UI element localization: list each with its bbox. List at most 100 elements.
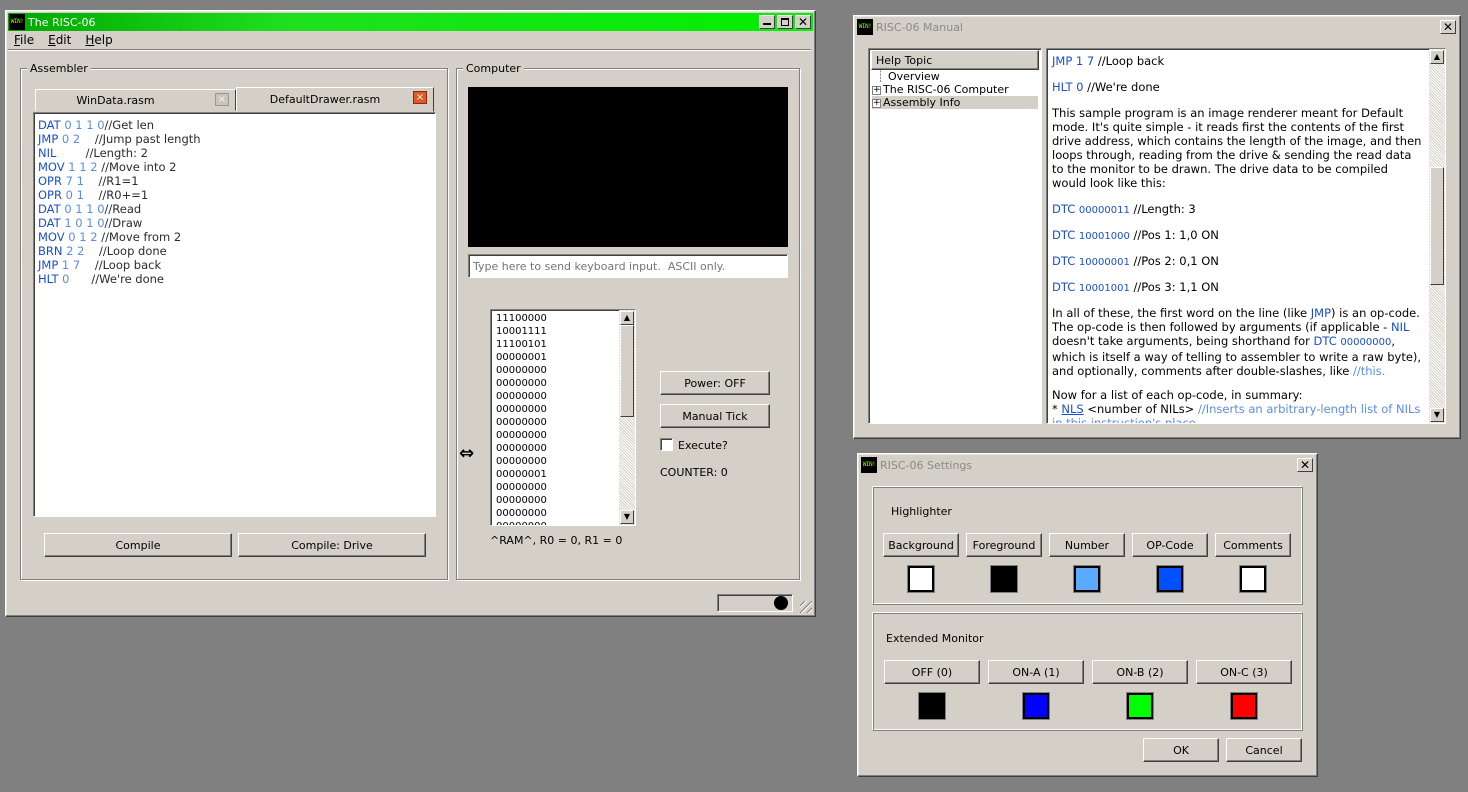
mon-buttons-3-button[interactable]: ON-C (3) <box>1196 660 1292 684</box>
execute-checkbox[interactable] <box>660 438 673 451</box>
tab-windata[interactable]: WinData.rasm × <box>35 89 236 111</box>
ram-cell[interactable]: 00000000 <box>492 442 547 455</box>
close-icon: ✕ <box>1442 20 1454 34</box>
tab-defaultdrawer[interactable]: DefaultDrawer.rasm × <box>236 87 434 112</box>
execute-label: Execute? <box>678 439 728 452</box>
code-line: JMP 0 2 //Jump past length <box>38 132 201 146</box>
ram-scroll-up-button[interactable]: ▲ <box>620 311 634 325</box>
hl-buttons-2-button[interactable]: Number <box>1049 533 1125 557</box>
help-para-3: Now for a list of each op-code, in summa… <box>1052 388 1303 402</box>
manual-titlebar[interactable]: WIN! RISC-06 Manual ✕ <box>856 18 1458 36</box>
code-editor[interactable]: DAT 0 1 1 0//Get len JMP 0 2 //Jump past … <box>33 112 436 517</box>
ram-cell[interactable]: 11100000 <box>492 312 547 325</box>
ram-cell[interactable]: 10001111 <box>492 325 547 338</box>
hl-buttons-1-color-swatch[interactable] <box>990 565 1018 593</box>
code-line: HLT 0 //We're done <box>38 272 165 286</box>
close-button[interactable]: ✕ <box>795 15 811 29</box>
maximize-button[interactable] <box>777 15 793 29</box>
mon-buttons-1-color-swatch[interactable] <box>1022 692 1050 720</box>
help-scroll-up-button[interactable]: ▲ <box>1430 50 1444 64</box>
mon-buttons-2-color-swatch[interactable] <box>1126 692 1154 720</box>
hl-buttons-0-button[interactable]: Background <box>883 533 959 557</box>
ram-list[interactable]: 11100000 10001111 11100101 00000001 00000000… <box>490 309 636 526</box>
ram-cell[interactable]: 00000000 <box>492 377 547 390</box>
nls-link[interactable]: NLS <box>1061 402 1083 416</box>
menu-file[interactable]: File <box>9 31 39 49</box>
help-para-2: In all of these, the first word on the l… <box>1052 306 1422 378</box>
code-line: DAT 0 1 1 0//Get len <box>38 118 155 132</box>
help-dtc-3: DTC 10000001 //Pos 2: 0,1 ON <box>1052 254 1219 268</box>
hl-buttons-4-color-swatch[interactable] <box>1239 565 1267 593</box>
settings-app-icon: WIN! <box>861 457 877 473</box>
ram-cell[interactable]: 00000000 <box>492 481 547 494</box>
minimize-button[interactable] <box>759 15 775 29</box>
keyboard-input[interactable] <box>468 254 788 278</box>
expand-icon[interactable]: + <box>872 85 881 95</box>
mon-buttons-0-button[interactable]: OFF (0) <box>884 660 980 684</box>
tab-defaultdrawer-close-icon[interactable]: × <box>413 91 427 104</box>
compile-button[interactable]: Compile <box>44 533 232 557</box>
ram-cell[interactable]: 00000000 <box>492 364 547 377</box>
tree-item-overview[interactable]: ┊ Overview <box>877 70 940 83</box>
main-titlebar[interactable]: WIN! The RISC-06 ✕ <box>8 13 813 31</box>
hl-buttons-0-color-swatch[interactable] <box>907 565 935 593</box>
expand-icon[interactable]: + <box>872 98 881 108</box>
code-line: DAT 0 1 1 0//Read <box>38 202 142 216</box>
ram-cell[interactable]: 11100101 <box>492 338 547 351</box>
ram-cell[interactable]: 00000000 <box>492 429 547 442</box>
manual-close-button[interactable]: ✕ <box>1440 20 1456 34</box>
tab-windata-close-icon[interactable]: × <box>215 93 229 106</box>
tree-item-assembly[interactable]: + Assembly Info <box>872 96 1038 109</box>
hl-buttons-2-color-swatch[interactable] <box>1073 565 1101 593</box>
ram-cell[interactable]: 00000000 <box>492 390 547 403</box>
hl-buttons-3-color-swatch[interactable] <box>1156 565 1184 593</box>
settings-close-button[interactable]: ✕ <box>1297 458 1313 472</box>
counter-label: COUNTER: 0 <box>660 466 728 479</box>
ok-button[interactable]: OK <box>1143 738 1219 762</box>
hl-buttons-1-button[interactable]: Foreground <box>966 533 1042 557</box>
mon-buttons-3-color-swatch[interactable] <box>1230 692 1258 720</box>
ram-cell[interactable]: 00000000 <box>492 520 547 525</box>
resize-grip-icon[interactable] <box>800 601 812 613</box>
hl-buttons-3-button[interactable]: OP-Code <box>1132 533 1208 557</box>
close-icon: ✕ <box>797 15 809 29</box>
mon-buttons-1-button[interactable]: ON-A (1) <box>988 660 1084 684</box>
settings-titlebar[interactable]: WIN! RISC-06 Settings ✕ <box>860 456 1315 474</box>
code-line: MOV 0 1 2 //Move from 2 <box>38 230 182 244</box>
code-line: DAT 1 0 1 0//Draw <box>38 216 143 230</box>
cancel-button[interactable]: Cancel <box>1226 738 1302 762</box>
power-button[interactable]: Power: OFF <box>660 371 770 395</box>
ram-cell[interactable]: 00000000 <box>492 507 547 520</box>
resize-arrows-icon[interactable]: ⇔ <box>459 443 474 464</box>
tree-item-computer[interactable]: + The RISC-06 Computer <box>872 83 1009 96</box>
ram-status: ^RAM^, R0 = 0, R1 = 0 <box>490 534 623 547</box>
close-icon: ✕ <box>1299 458 1311 472</box>
ram-cell[interactable]: 00000001 <box>492 351 547 364</box>
help-scroll-thumb[interactable] <box>1430 167 1444 285</box>
compile-drive-button[interactable]: Compile: Drive <box>238 533 426 557</box>
help-line-hlt: HLT 0 //We're done <box>1052 80 1160 94</box>
ram-scroll-down-button[interactable]: ▼ <box>620 510 634 524</box>
menu-edit[interactable]: Edit <box>43 31 76 49</box>
computer-legend: Computer <box>463 62 524 75</box>
code-line: JMP 1 7 //Loop back <box>38 258 162 272</box>
settings-title: RISC-06 Settings <box>880 458 973 472</box>
mon-buttons-2-button[interactable]: ON-B (2) <box>1092 660 1188 684</box>
ram-scroll-thumb[interactable] <box>620 325 634 417</box>
minimize-icon <box>763 23 771 25</box>
help-topic-header[interactable]: Help Topic <box>871 50 1039 70</box>
assembler-legend: Assembler <box>27 62 91 75</box>
ram-cell[interactable]: 00000000 <box>492 416 547 429</box>
menu-help[interactable]: Help <box>80 31 117 49</box>
manual-tick-button[interactable]: Manual Tick <box>660 404 770 428</box>
help-scroll-down-button[interactable]: ▼ <box>1430 408 1444 422</box>
tab-defaultdrawer-label: DefaultDrawer.rasm <box>269 93 381 106</box>
ram-cell[interactable]: 00000001 <box>492 468 547 481</box>
ram-cell[interactable]: 00000000 <box>492 455 547 468</box>
ram-cell[interactable]: 00000000 <box>492 403 547 416</box>
mon-buttons-0-color-swatch[interactable] <box>918 692 946 720</box>
code-line: BRN 2 2 //Loop done <box>38 244 167 258</box>
ram-cell[interactable]: 00000000 <box>492 494 547 507</box>
help-dtc-4: DTC 10001001 //Pos 3: 1,1 ON <box>1052 280 1219 294</box>
hl-buttons-4-button[interactable]: Comments <box>1215 533 1291 557</box>
